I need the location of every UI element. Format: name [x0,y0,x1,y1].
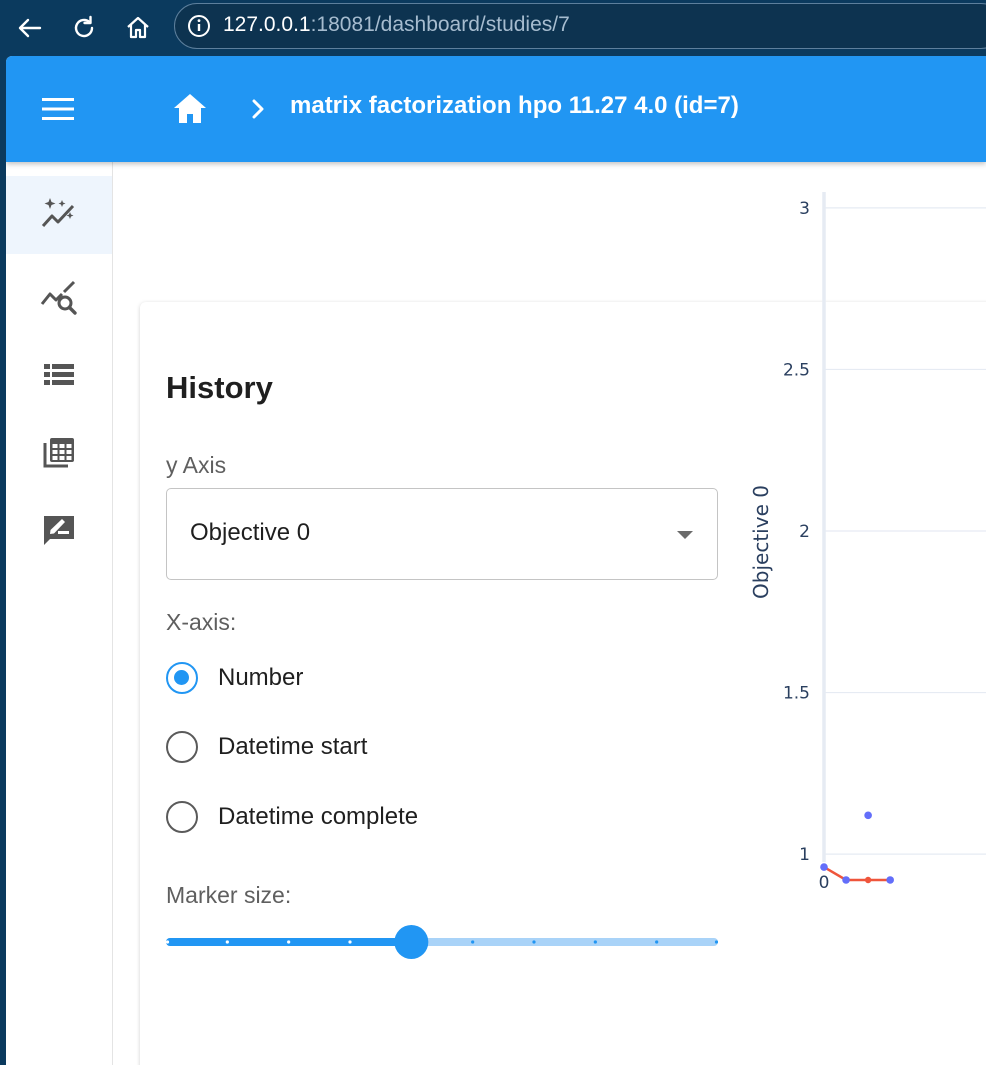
radio-datetime-start[interactable]: Datetime start [166,729,367,765]
radio-datetime-complete[interactable]: Datetime complete [166,799,418,835]
dashboard-app: matrix factorization hpo 11.27 4.0 (id=7… [6,56,986,1065]
history-title: History [166,370,273,405]
sidebar-item-trials-list[interactable] [6,336,112,414]
slider-mark [532,940,536,944]
study-title: matrix factorization hpo 11.27 4.0 (id=7… [290,92,739,119]
marker-size-slider[interactable] [166,922,718,962]
slider-mark [287,940,291,944]
radio-number[interactable]: Number [166,660,303,696]
app-bar: matrix factorization hpo 11.27 4.0 (id=7… [6,56,986,162]
dropdown-arrow-icon [673,527,697,543]
y-axis-label: y Axis [166,452,227,478]
y-axis-select-value: Objective 0 [190,519,311,546]
reload-icon[interactable] [64,8,104,48]
chart-y-tick-label: 2.5 [783,360,810,380]
slider-mark [714,940,718,944]
radio-unchecked-icon[interactable] [166,731,198,763]
site-info-icon[interactable] [185,12,213,40]
url-host: 127.0.0.1 [223,13,311,36]
address-bar[interactable]: 127.0.0.1:18081/dashboard/studies/7 [174,3,986,49]
main-content: History y Axis Objective 0 X-axis: Numbe… [114,162,986,1065]
slider-mark [655,940,659,944]
menu-icon[interactable] [36,90,80,128]
slider-mark [593,940,597,944]
chart-best-point [864,876,872,884]
table-icon [43,438,74,468]
list-icon [44,364,74,385]
browser-toolbar: 127.0.0.1:18081/dashboard/studies/7 [0,0,986,56]
url-text: 127.0.0.1:18081/dashboard/studies/7 [223,13,570,37]
chart-y-tick-label: 1.5 [783,684,810,704]
back-icon[interactable] [10,8,50,48]
chart-y-tick-label: 2 [799,522,810,542]
slider-mark [225,940,229,944]
slider-mark [471,940,475,944]
chart-point[interactable] [820,863,828,871]
chart-y-tick-label: 1 [799,845,810,865]
radio-number-label: Number [218,664,304,691]
chart-point[interactable] [842,876,850,884]
chart-y-tick-label: 3 [799,199,810,219]
sidebar-item-trials-table[interactable] [6,414,112,492]
history-chart: 1 1.5 2 2.5 3 0 Objective 0 [749,192,986,893]
chart-x-tick-label: 0 [819,873,830,893]
auto-graph-icon [41,198,75,228]
radio-checked-icon[interactable] [166,662,198,694]
chevron-right-icon [244,94,272,124]
sidebar-item-notes[interactable] [6,492,112,570]
query-stats-icon [40,280,77,315]
sidebar-item-analytics[interactable] [6,258,112,336]
x-axis-label: X-axis: [166,609,237,635]
chart-point[interactable] [864,811,872,820]
radio-datetime-complete-label: Datetime complete [218,803,419,830]
rate-review-icon [44,516,74,545]
slider-thumb[interactable] [394,925,429,959]
chart-point[interactable] [886,876,894,884]
url-path: :18081/dashboard/studies/7 [310,13,570,36]
home-icon[interactable] [170,90,210,128]
y-axis-select[interactable]: Objective 0 [166,488,718,580]
slider-mark [166,940,170,944]
chart-best-value-line [823,865,891,882]
browser-home-icon[interactable] [118,8,158,48]
radio-unchecked-icon[interactable] [166,801,198,833]
sidebar-item-history[interactable] [6,176,112,254]
sidebar [6,162,113,1065]
chart-y-axis-title: Objective 0 [749,485,773,599]
radio-datetime-start-label: Datetime start [218,733,368,760]
slider-mark [348,940,352,944]
marker-size-label: Marker size: [166,882,292,908]
